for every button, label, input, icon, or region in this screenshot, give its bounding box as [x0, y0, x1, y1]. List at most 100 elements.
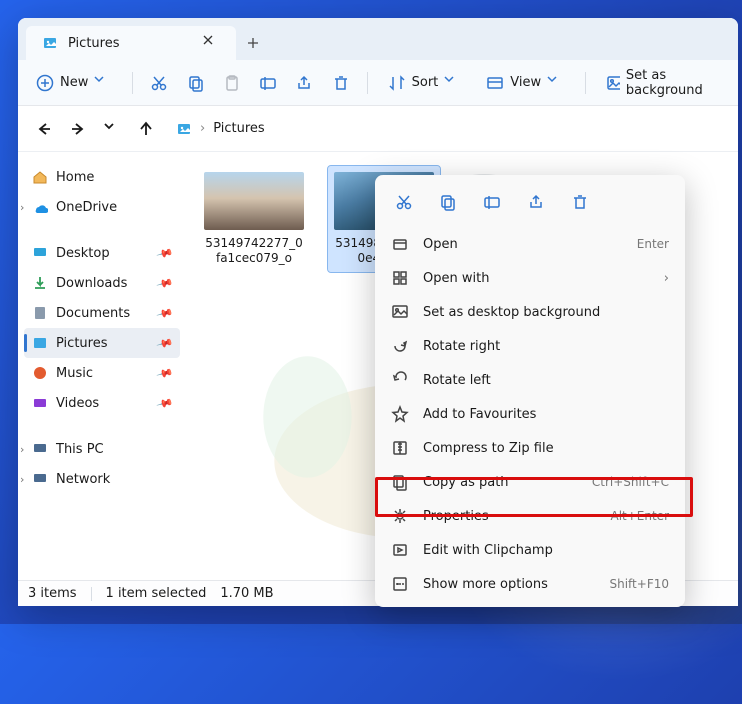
videos-icon [32, 395, 48, 411]
cut-button[interactable] [145, 67, 173, 99]
context-menu: OpenEnter Open with › Set as desktop back… [375, 175, 685, 607]
ctx-rename[interactable] [473, 185, 511, 219]
view-button[interactable]: View [478, 67, 573, 99]
sidebar-item-downloads[interactable]: Downloads📌 [24, 268, 180, 298]
share-button[interactable] [290, 67, 318, 99]
ctx-label: Open with [423, 271, 489, 286]
wallpaper-icon [391, 303, 409, 321]
ctx-label: Show more options [423, 577, 548, 592]
pictures-icon [42, 35, 58, 51]
arrow-up-icon [138, 121, 154, 137]
downloads-icon [32, 275, 48, 291]
trash-icon [332, 74, 350, 92]
ctx-label: Properties [423, 509, 489, 524]
sidebar-label: Documents [56, 306, 130, 321]
forward-button[interactable] [62, 113, 94, 145]
arrow-left-icon [36, 121, 52, 137]
ctx-more-options[interactable]: Show more options Shift+F10 [381, 567, 679, 601]
ctx-label: Set as desktop background [423, 305, 600, 320]
ctx-label: Rotate left [423, 373, 491, 388]
sidebar-label: Home [56, 170, 94, 185]
rotate-left-icon [391, 371, 409, 389]
up-button[interactable] [130, 113, 162, 145]
address-bar[interactable]: › Pictures [176, 121, 728, 137]
ctx-open[interactable]: OpenEnter [381, 227, 679, 261]
scissors-icon [395, 193, 413, 211]
pin-icon: 📌 [156, 364, 174, 382]
new-tab-button[interactable] [236, 26, 270, 60]
shortcut: Shift+F10 [609, 577, 669, 591]
status-selected: 1 item selected [106, 586, 207, 601]
sidebar-item-pictures[interactable]: Pictures📌 [24, 328, 180, 358]
pin-icon: 📌 [156, 334, 174, 352]
ctx-label: Copy as path [423, 475, 509, 490]
status-size: 1.70 MB [220, 586, 273, 601]
tab-title: Pictures [68, 36, 119, 51]
ctx-copy-path[interactable]: Copy as pathCtrl+Shift+C [381, 465, 679, 499]
ctx-rotate-right[interactable]: Rotate right [381, 329, 679, 363]
new-label: New [60, 75, 88, 90]
delete-button[interactable] [327, 67, 355, 99]
chevron-down-icon [547, 74, 565, 92]
sidebar-item-home[interactable]: Home [24, 162, 180, 192]
rename-button[interactable] [254, 67, 282, 99]
ctx-label: Rotate right [423, 339, 500, 354]
scissors-icon [150, 74, 168, 92]
sidebar-item-this-pc[interactable]: This PC [24, 434, 180, 464]
ctx-compress-zip[interactable]: Compress to Zip file [381, 431, 679, 465]
sort-button[interactable]: Sort [380, 67, 471, 99]
open-with-icon [391, 269, 409, 287]
ctx-set-desktop-bg[interactable]: Set as desktop background [381, 295, 679, 329]
ctx-rotate-left[interactable]: Rotate left [381, 363, 679, 397]
more-icon [391, 575, 409, 593]
arrow-right-icon [70, 121, 86, 137]
ctx-delete[interactable] [561, 185, 599, 219]
close-icon [203, 35, 219, 51]
new-plus-icon [36, 74, 54, 92]
sidebar-item-documents[interactable]: Documents📌 [24, 298, 180, 328]
copy-button[interactable] [181, 67, 209, 99]
pin-icon: 📌 [156, 394, 174, 412]
sidebar-label: Videos [56, 396, 99, 411]
wallpaper-icon [606, 74, 620, 92]
sidebar-item-network[interactable]: Network [24, 464, 180, 494]
chevron-right-icon: › [664, 271, 669, 286]
back-button[interactable] [28, 113, 60, 145]
sidebar-label: OneDrive [56, 200, 117, 215]
breadcrumb-current[interactable]: Pictures [213, 121, 264, 136]
view-label: View [510, 75, 541, 90]
status-count: 3 items [28, 586, 77, 601]
sidebar-item-music[interactable]: Music 📌 [24, 358, 180, 388]
file-item[interactable]: 53149742277_0fa1cec079_o [198, 166, 310, 272]
recent-button[interactable] [96, 113, 128, 145]
pictures-icon [32, 335, 48, 351]
sidebar-item-onedrive[interactable]: OneDrive [24, 192, 180, 222]
chevron-down-icon [444, 74, 462, 92]
ctx-copy[interactable] [429, 185, 467, 219]
clipchamp-icon [391, 541, 409, 559]
tab-pictures[interactable]: Pictures [26, 26, 236, 60]
nav-row: › Pictures [18, 106, 738, 152]
share-icon [527, 193, 545, 211]
ctx-open-with[interactable]: Open with › [381, 261, 679, 295]
paste-button[interactable] [218, 67, 246, 99]
set-background-button[interactable]: Set as background [598, 67, 728, 99]
chevron-down-icon [94, 74, 112, 92]
new-button[interactable]: New [28, 67, 120, 99]
sidebar-item-desktop[interactable]: Desktop📌 [24, 238, 180, 268]
view-icon [486, 74, 504, 92]
copy-icon [187, 74, 205, 92]
ctx-add-favourites[interactable]: Add to Favourites [381, 397, 679, 431]
rename-icon [483, 193, 501, 211]
ctx-label: Compress to Zip file [423, 441, 554, 456]
sidebar-label: Music [56, 366, 93, 381]
chevron-down-icon [104, 121, 120, 137]
pin-icon: 📌 [156, 274, 174, 292]
ctx-edit-clipchamp[interactable]: Edit with Clipchamp [381, 533, 679, 567]
ctx-properties[interactable]: PropertiesAlt+Enter [381, 499, 679, 533]
close-tab[interactable] [202, 34, 220, 52]
ctx-share[interactable] [517, 185, 555, 219]
sidebar-item-videos[interactable]: Videos 📌 [24, 388, 180, 418]
ctx-cut[interactable] [385, 185, 423, 219]
sidebar-label: This PC [56, 442, 104, 457]
